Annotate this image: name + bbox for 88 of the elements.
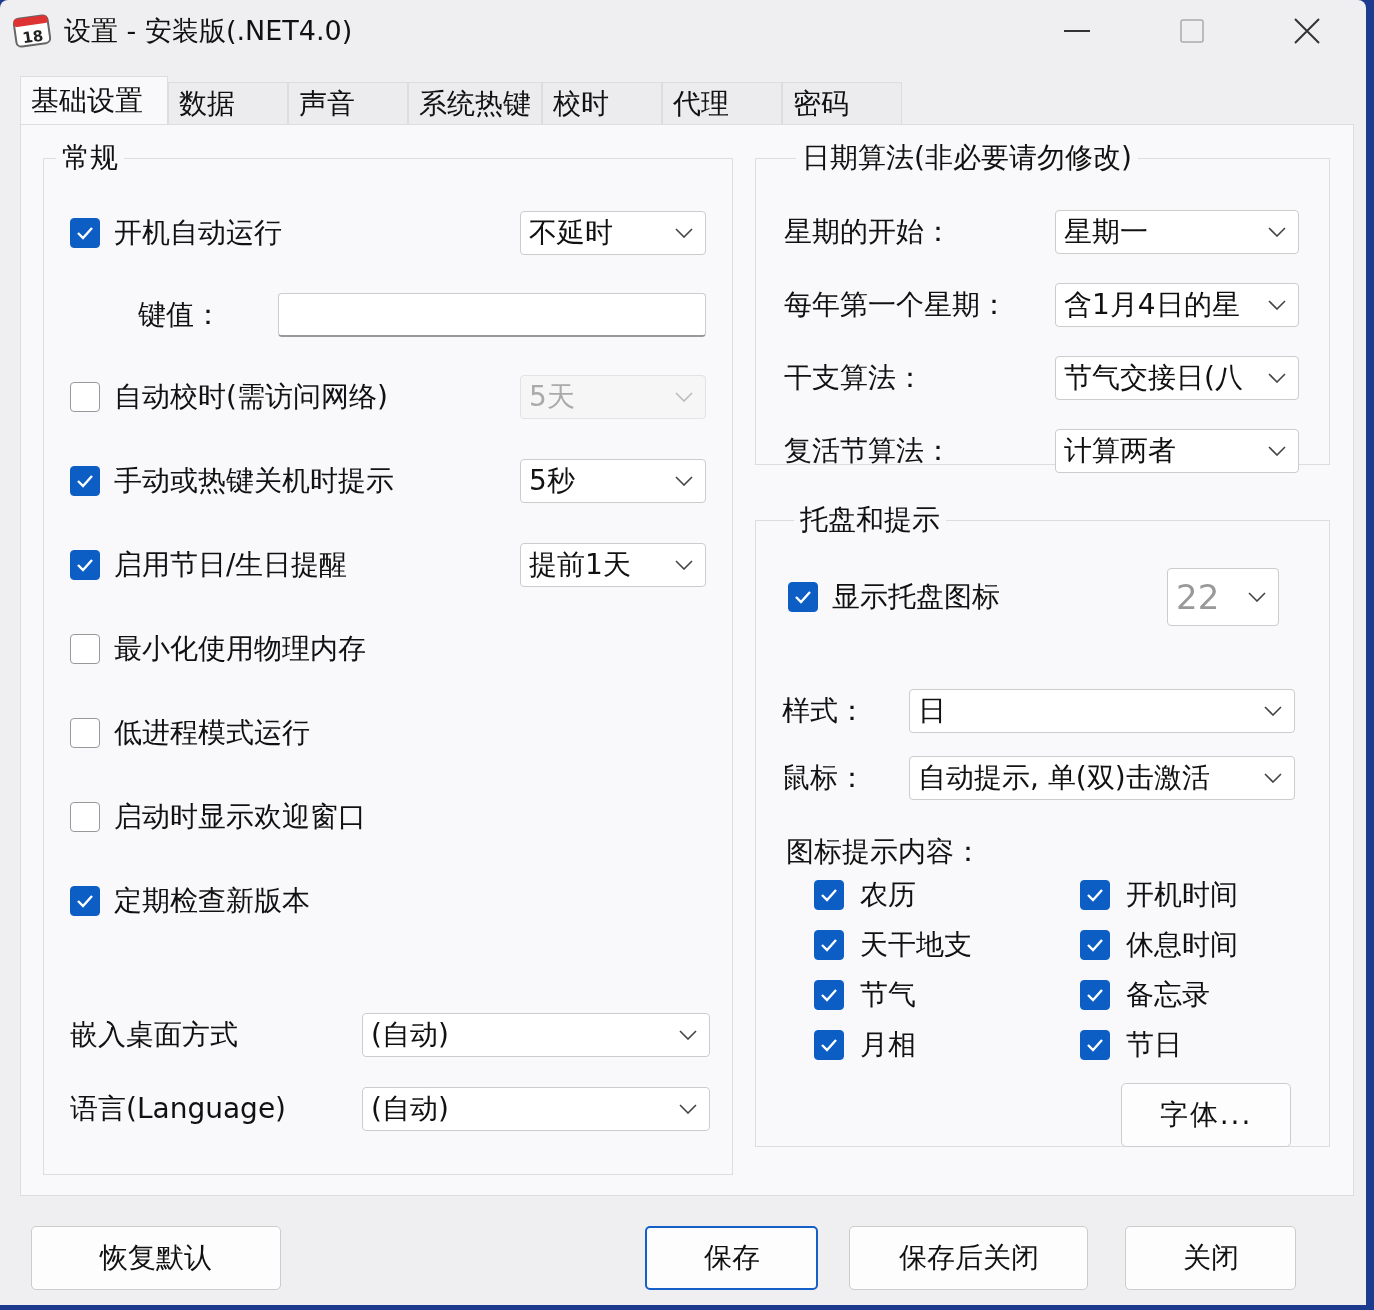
checkbox[interactable]	[1080, 980, 1110, 1010]
option-label: 开机时间	[1126, 877, 1238, 913]
chevron-down-icon	[1264, 772, 1282, 783]
input-field[interactable]	[278, 293, 706, 337]
option-label: 月相	[860, 1027, 916, 1063]
dropdown[interactable]: 自动提示, 单(双)击激活	[909, 755, 1295, 800]
option-label: 开机自动运行	[114, 215, 282, 251]
checkbox[interactable]	[70, 382, 100, 412]
tab[interactable]: 基础设置	[20, 76, 168, 124]
field-label: 语言(Language)	[70, 1091, 287, 1127]
checkbox[interactable]	[788, 582, 818, 612]
checkbox[interactable]	[70, 886, 100, 916]
dropdown[interactable]: 提前1天	[520, 543, 706, 587]
calendar-icon: 18	[12, 13, 52, 49]
checkbox[interactable]	[70, 802, 100, 832]
option-label: 天干地支	[860, 927, 972, 963]
checkbox[interactable]	[70, 218, 100, 248]
chevron-down-icon	[679, 1104, 697, 1114]
chevron-down-icon	[675, 560, 693, 570]
checkbox[interactable]	[1080, 880, 1110, 910]
option-label: 显示托盘图标	[832, 579, 1000, 615]
dropdown[interactable]: (自动)	[362, 1013, 710, 1057]
option-label: 启用节日/生日提醒	[114, 547, 348, 583]
checkbox[interactable]	[70, 466, 100, 496]
chevron-down-icon	[675, 392, 693, 402]
option-label: 定期检查新版本	[114, 883, 310, 919]
minimize-icon[interactable]	[1064, 29, 1090, 33]
field-label: 样式：	[782, 692, 866, 729]
checkbox[interactable]	[814, 1030, 844, 1060]
dropdown[interactable]: 星期一	[1055, 209, 1299, 254]
window-title: 设置 - 安装版(.NET4.0)	[64, 14, 353, 48]
font-button[interactable]: 字体...	[1121, 1083, 1291, 1147]
tab[interactable]: 校时	[542, 82, 662, 124]
dialog-button[interactable]: 保存	[645, 1226, 818, 1290]
checkbox[interactable]	[70, 718, 100, 748]
checkbox[interactable]	[70, 634, 100, 664]
option-label: 手动或热键关机时提示	[114, 463, 394, 499]
field-label: 鼠标：	[782, 759, 866, 796]
dialog-button[interactable]: 保存后关闭	[849, 1226, 1088, 1290]
dropdown[interactable]: (自动)	[362, 1087, 710, 1131]
option-label: 启动时显示欢迎窗口	[114, 799, 366, 835]
field-label: 复活节算法：	[784, 432, 952, 469]
group-title: 常规	[61, 140, 119, 176]
chevron-down-icon	[675, 228, 693, 238]
chevron-down-icon	[675, 476, 693, 486]
dialog-button[interactable]: 关闭	[1125, 1226, 1296, 1290]
checkbox[interactable]	[70, 550, 100, 580]
checkbox[interactable]	[1080, 1030, 1110, 1060]
dialog-button[interactable]: 恢复默认	[31, 1226, 281, 1290]
option-label: 最小化使用物理内存	[114, 631, 366, 667]
option-label: 农历	[860, 877, 916, 913]
tab[interactable]: 声音	[288, 82, 408, 124]
chevron-down-icon	[1268, 226, 1286, 237]
field-label: 嵌入桌面方式	[70, 1017, 238, 1053]
dropdown[interactable]: 不延时	[520, 211, 706, 255]
section-label: 图标提示内容：	[786, 834, 983, 870]
dropdown[interactable]: 含1月4日的星	[1055, 282, 1299, 327]
chevron-down-icon	[1268, 299, 1286, 310]
tab[interactable]: 系统热键	[408, 82, 542, 124]
field-label: 星期的开始：	[784, 213, 952, 250]
option-label: 自动校时(需访问网络)	[114, 379, 388, 415]
option-label: 备忘录	[1126, 977, 1210, 1013]
dropdown[interactable]: 计算两者	[1055, 428, 1299, 473]
chevron-down-icon	[1268, 372, 1286, 383]
option-label: 低进程模式运行	[114, 715, 310, 751]
chevron-down-icon	[1264, 705, 1282, 716]
checkbox[interactable]	[814, 880, 844, 910]
chevron-down-icon	[679, 1030, 697, 1040]
checkbox[interactable]	[814, 930, 844, 960]
option-label: 节日	[1126, 1027, 1182, 1063]
chevron-down-icon	[1268, 445, 1286, 456]
option-label: 节气	[860, 977, 916, 1013]
close-icon[interactable]	[1294, 18, 1320, 44]
chevron-down-icon	[1248, 592, 1266, 602]
dropdown[interactable]: 日	[909, 688, 1295, 733]
field-label: 键值：	[138, 297, 222, 333]
checkbox[interactable]	[814, 980, 844, 1010]
group-title: 托盘和提示	[799, 502, 941, 538]
dropdown[interactable]: 5秒	[520, 459, 706, 503]
tab[interactable]: 密码	[782, 82, 902, 124]
checkbox[interactable]	[1080, 930, 1110, 960]
field-label: 每年第一个星期：	[784, 286, 1008, 323]
group-title: 日期算法(非必要请勿修改)	[801, 140, 1133, 176]
option-label: 休息时间	[1126, 927, 1238, 963]
dropdown[interactable]: 节气交接日(八	[1055, 355, 1299, 400]
tab[interactable]: 代理	[662, 82, 782, 124]
tab[interactable]: 数据	[168, 82, 288, 124]
field-label: 干支算法：	[784, 359, 924, 396]
